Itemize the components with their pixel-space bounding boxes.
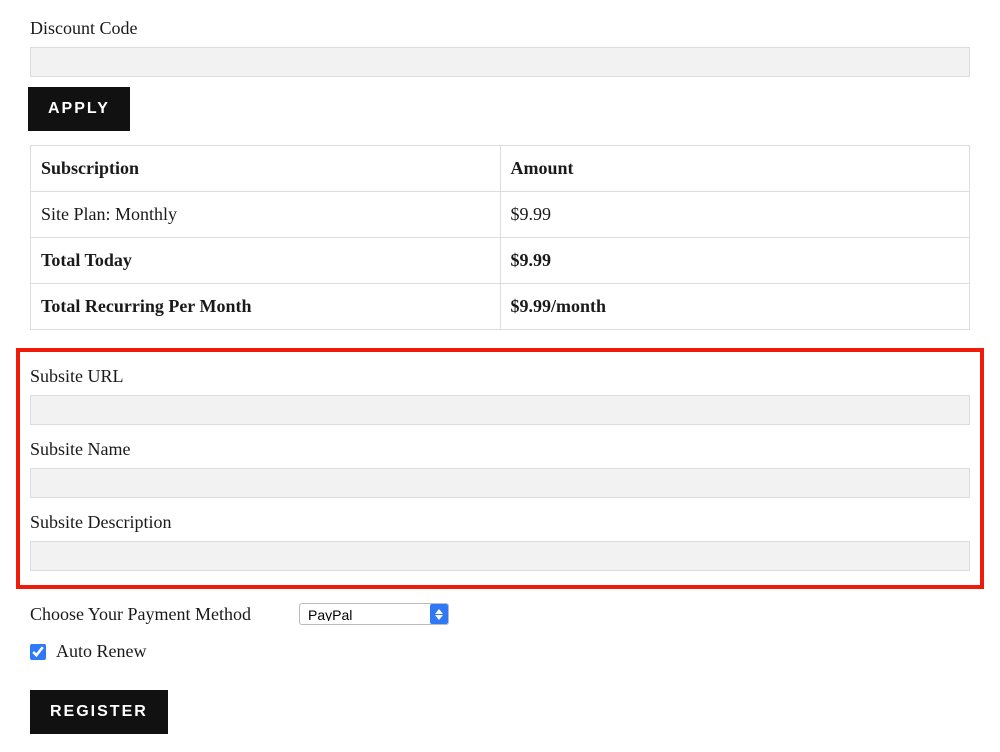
discount-code-label: Discount Code [30,18,970,39]
subsite-desc-group: Subsite Description [30,512,970,571]
subsite-name-input[interactable] [30,468,970,498]
table-row: Site Plan: Monthly $9.99 [31,192,970,238]
subsite-url-input[interactable] [30,395,970,425]
subsite-name-group: Subsite Name [30,439,970,498]
subsite-desc-input[interactable] [30,541,970,571]
cell-subscription: Site Plan: Monthly [31,192,501,238]
subsite-desc-label: Subsite Description [30,512,970,533]
cell-subscription: Total Today [31,238,501,284]
payment-method-row: Choose Your Payment Method PayPal [30,603,970,625]
register-button[interactable]: REGISTER [30,690,168,734]
subscription-table: Subscription Amount Site Plan: Monthly $… [30,145,970,330]
auto-renew-row: Auto Renew [30,641,970,662]
discount-code-section: Discount Code APPLY [30,18,970,131]
payment-method-select[interactable]: PayPal [299,603,449,625]
apply-button[interactable]: APPLY [28,87,130,131]
subsite-url-group: Subsite URL [30,366,970,425]
subsite-url-label: Subsite URL [30,366,970,387]
table-row: Total Recurring Per Month $9.99/month [31,284,970,330]
col-subscription: Subscription [31,146,501,192]
auto-renew-checkbox[interactable] [30,644,46,660]
payment-method-select-wrap: PayPal [299,603,449,625]
cell-amount: $9.99 [500,192,970,238]
table-header-row: Subscription Amount [31,146,970,192]
cell-amount: $9.99/month [500,284,970,330]
col-amount: Amount [500,146,970,192]
table-row: Total Today $9.99 [31,238,970,284]
auto-renew-label: Auto Renew [56,641,146,662]
payment-method-label: Choose Your Payment Method [30,604,251,625]
discount-code-input[interactable] [30,47,970,77]
cell-subscription: Total Recurring Per Month [31,284,501,330]
cell-amount: $9.99 [500,238,970,284]
subsite-highlight-box: Subsite URL Subsite Name Subsite Descrip… [16,348,984,589]
subsite-name-label: Subsite Name [30,439,970,460]
